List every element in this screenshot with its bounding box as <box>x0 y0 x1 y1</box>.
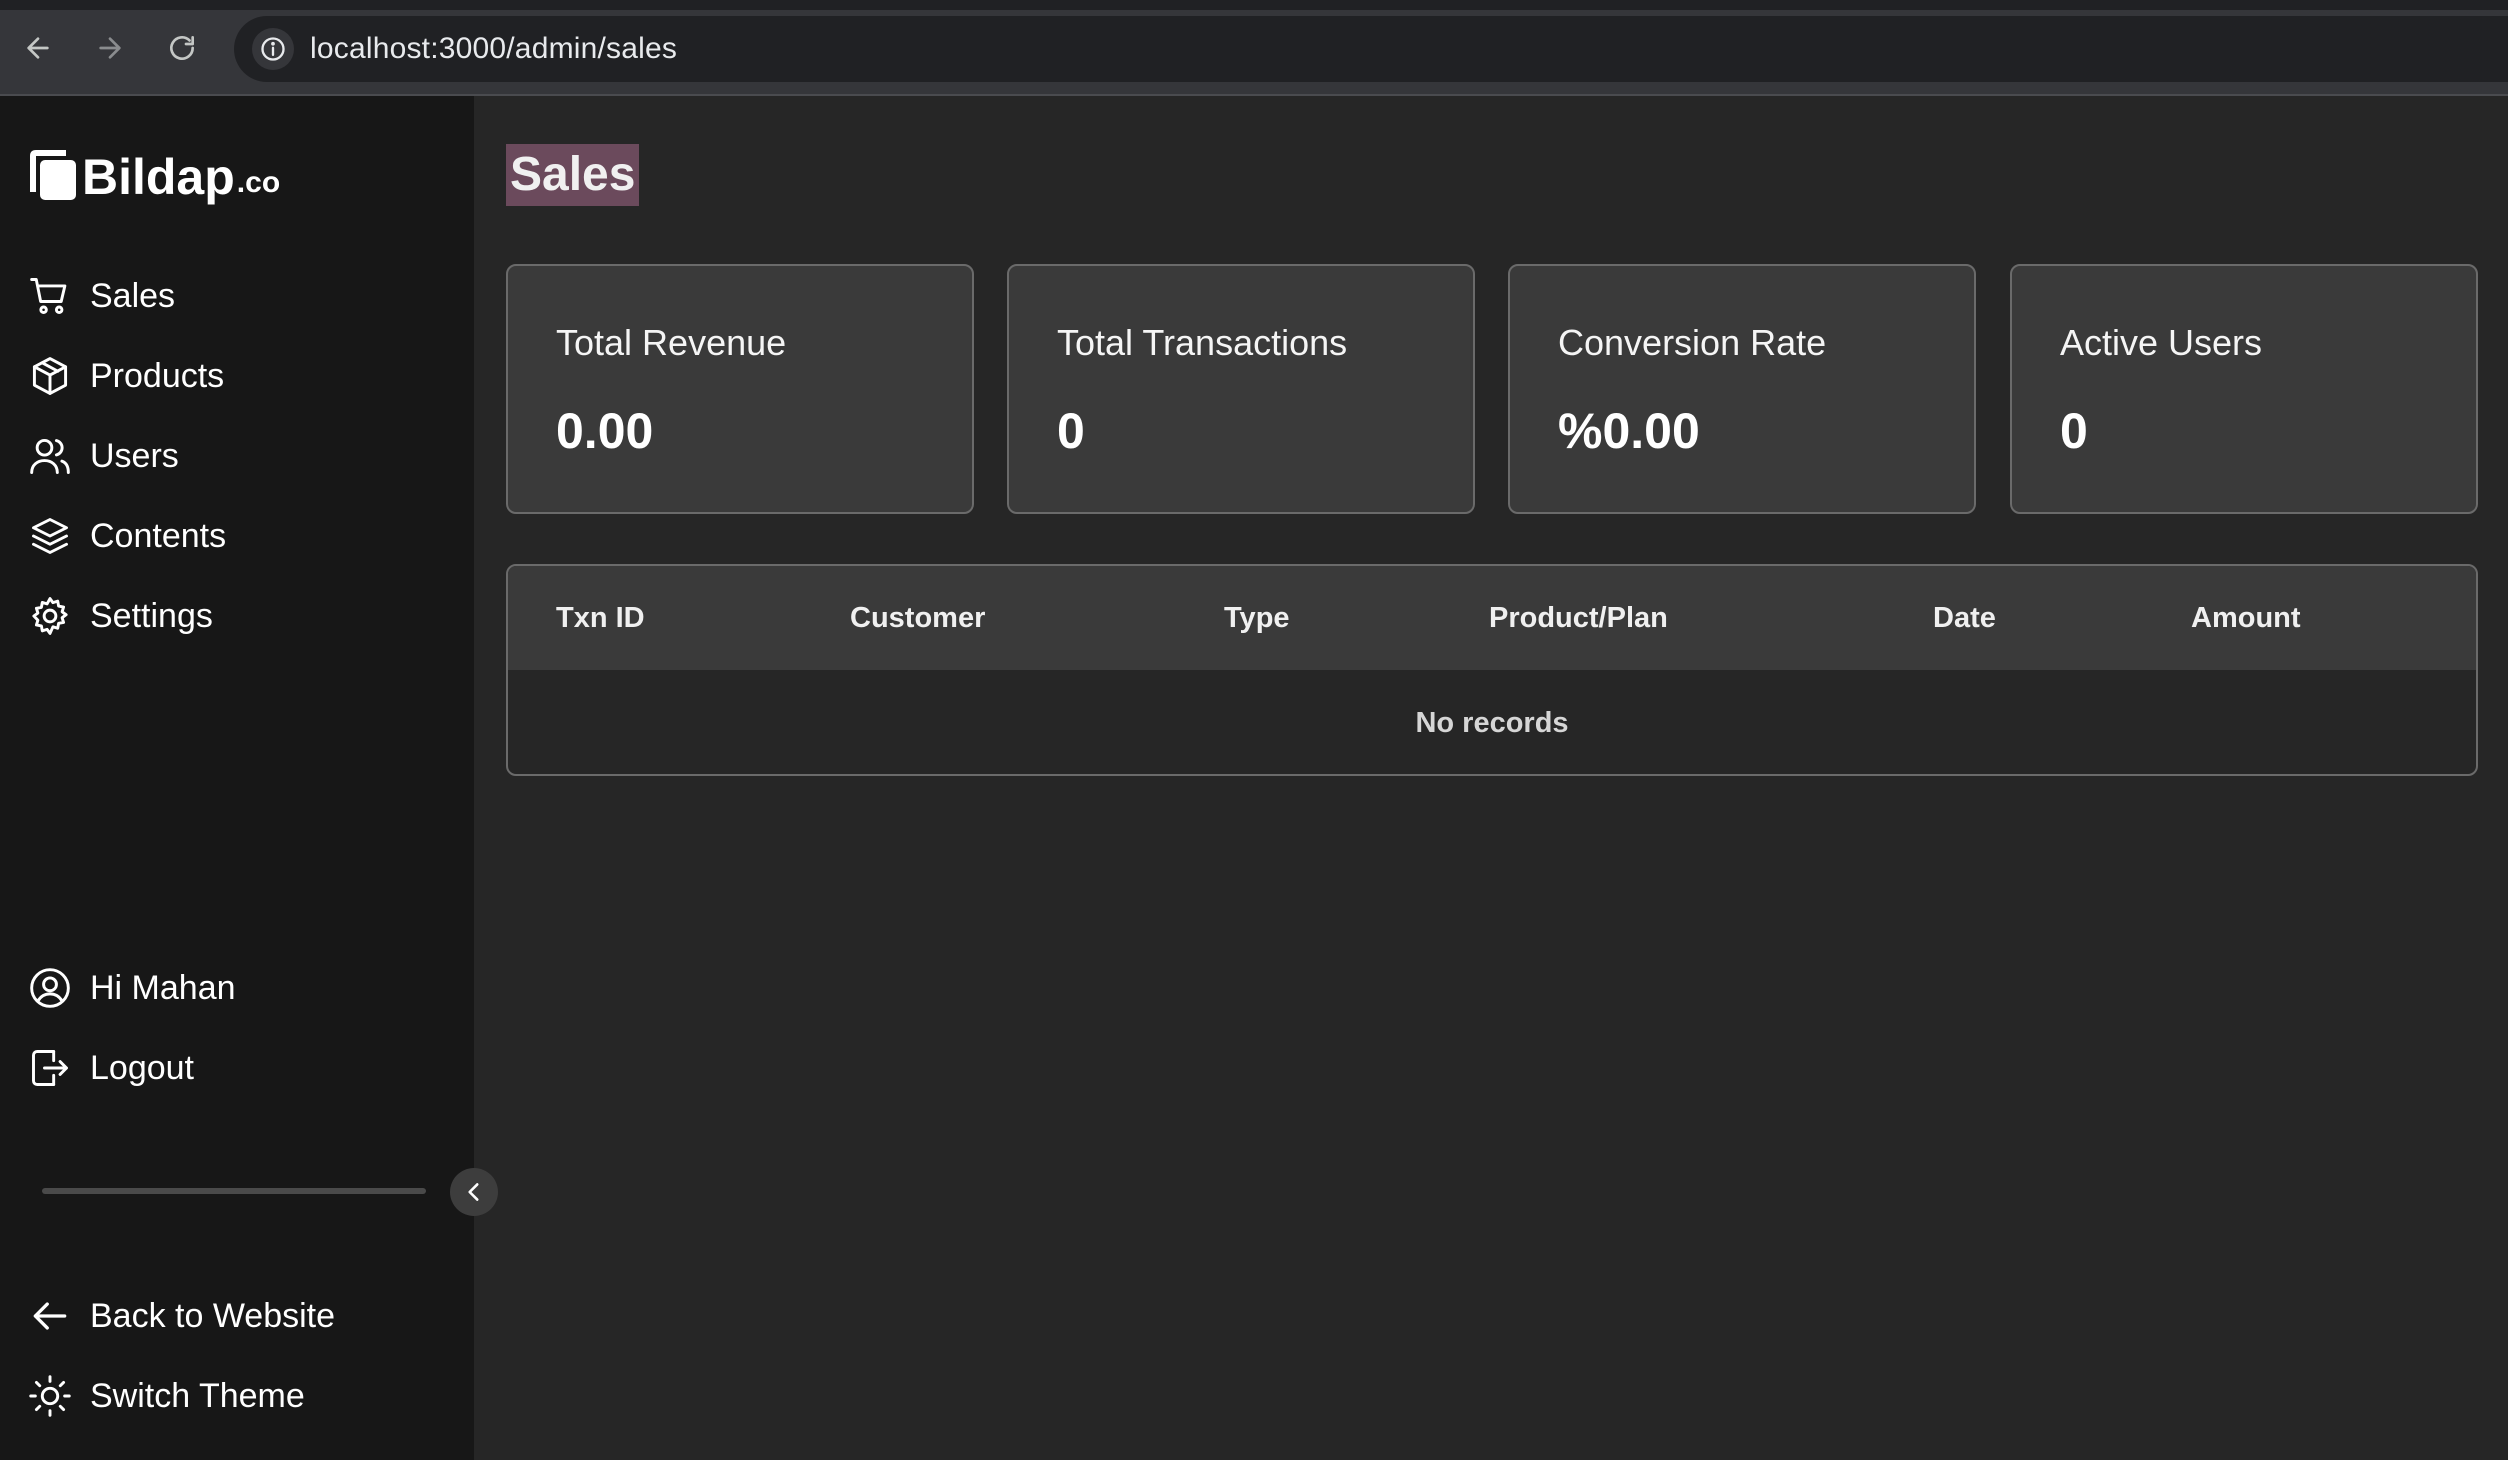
layers-icon <box>32 518 68 554</box>
stat-card-total-transactions: Total Transactions 0 <box>1007 264 1475 514</box>
column-header-amount[interactable]: Amount <box>2191 602 2301 635</box>
stat-card-active-users: Active Users 0 <box>2010 264 2478 514</box>
table-header-row: Txn ID Customer Type Product/Plan Date A… <box>508 566 2476 670</box>
sidebar-item-contents[interactable]: Contents <box>28 506 226 566</box>
reload-icon <box>170 36 194 60</box>
main-content: Sales Total Revenue 0.00 Total Transacti… <box>474 96 2508 1460</box>
sun-icon <box>29 1375 71 1417</box>
logout-icon <box>32 1050 68 1086</box>
column-header-date[interactable]: Date <box>1933 602 1996 635</box>
stat-value: 0.00 <box>556 403 654 459</box>
sidebar-item-sales[interactable]: Sales <box>28 266 175 326</box>
column-header-customer[interactable]: Customer <box>850 602 985 635</box>
sidebar-resize-track[interactable] <box>42 1188 426 1194</box>
stat-label: Total Revenue <box>556 322 787 363</box>
logout-label: Logout <box>90 1048 194 1087</box>
stat-value: %0.00 <box>1558 403 1700 459</box>
stat-label: Conversion Rate <box>1558 322 1827 363</box>
arrow-right-icon <box>99 37 121 59</box>
column-header-type[interactable]: Type <box>1224 602 1290 635</box>
brand-logo[interactable]: Bildap .co <box>26 148 280 202</box>
users-icon <box>30 438 70 474</box>
stat-label: Active Users <box>2060 322 2263 363</box>
sidebar-item-products[interactable]: Products <box>28 346 224 406</box>
brand-name: Bildap <box>82 149 235 205</box>
box-icon <box>32 357 68 395</box>
url-text[interactable]: localhost:3000/admin/sales <box>310 32 677 66</box>
stat-value: 0 <box>1057 403 1085 459</box>
forward-button[interactable] <box>88 26 132 70</box>
cart-icon <box>30 278 67 314</box>
sidebar: Bildap .co Sales Products Users Contents… <box>0 96 498 1460</box>
stat-value: 0 <box>2060 403 2088 459</box>
transactions-table: Txn ID Customer Type Product/Plan Date A… <box>506 564 2478 776</box>
sidebar-item-label: Products <box>90 356 225 395</box>
site-info-icon[interactable] <box>252 28 294 70</box>
user-circle-icon <box>30 968 70 1008</box>
address-bar[interactable]: localhost:3000/admin/sales <box>234 16 2508 82</box>
switch-theme-button[interactable]: Switch Theme <box>28 1366 305 1426</box>
sidebar-item-label: Sales <box>90 276 176 315</box>
sidebar-item-label: Users <box>90 436 179 475</box>
back-button[interactable] <box>16 26 60 70</box>
sidebar-item-label: Settings <box>90 596 213 635</box>
empty-state: No records <box>1415 706 1569 739</box>
logout-button[interactable]: Logout <box>28 1038 194 1098</box>
arrow-left-icon <box>33 1302 67 1330</box>
gear-icon <box>32 597 68 635</box>
sidebar-item-settings[interactable]: Settings <box>28 586 213 646</box>
back-to-website-link[interactable]: Back to Website <box>28 1286 335 1346</box>
brand-suffix: .co <box>236 166 281 199</box>
logo-icon <box>30 150 76 200</box>
back-to-website-label: Back to Website <box>90 1296 336 1335</box>
stat-card-total-revenue: Total Revenue 0.00 <box>506 264 974 514</box>
sidebar-item-label: Contents <box>90 516 227 555</box>
switch-theme-label: Switch Theme <box>90 1376 305 1415</box>
column-header-txn-id[interactable]: Txn ID <box>556 602 645 635</box>
sidebar-item-profile[interactable]: Hi Mahan <box>28 958 236 1018</box>
stat-label: Total Transactions <box>1057 322 1348 363</box>
arrow-left-icon <box>27 37 49 59</box>
reload-button[interactable] <box>160 26 204 70</box>
sidebar-item-users[interactable]: Users <box>28 426 179 486</box>
column-header-product-plan[interactable]: Product/Plan <box>1489 602 1668 635</box>
browser-tab-strip <box>0 0 2508 10</box>
page-title: Sales <box>506 144 640 206</box>
browser-toolbar: localhost:3000/admin/sales <box>0 0 2508 96</box>
stat-card-conversion-rate: Conversion Rate %0.00 <box>1508 264 1976 514</box>
profile-greeting: Hi Mahan <box>90 968 236 1007</box>
